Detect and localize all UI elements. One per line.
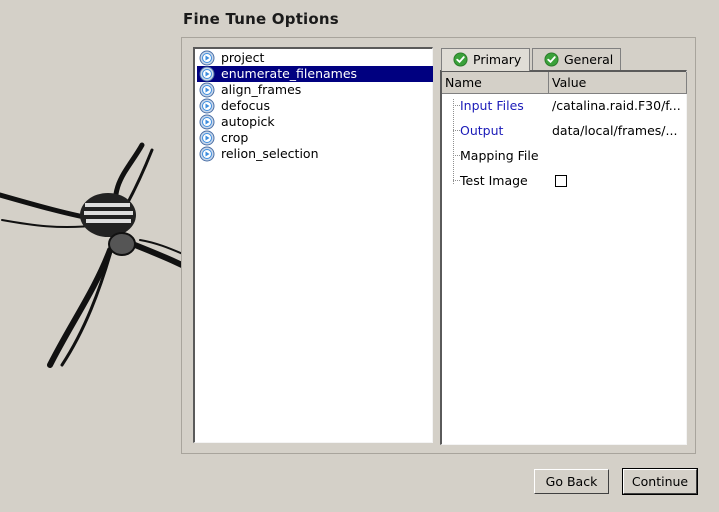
tab-label: Primary: [473, 52, 522, 67]
column-header-name[interactable]: Name: [442, 72, 549, 94]
task-item-autopick[interactable]: autopick: [197, 114, 433, 130]
task-item-crop[interactable]: crop: [197, 130, 433, 146]
task-status-icon: [199, 82, 215, 98]
task-status-icon: [199, 146, 215, 162]
task-label: defocus: [221, 98, 270, 113]
task-item-enumerate-filenames[interactable]: enumerate_filenames: [197, 66, 433, 82]
task-list[interactable]: project enumerate_filenames align_frames…: [193, 47, 433, 443]
task-label: relion_selection: [221, 146, 319, 161]
tree-branch: [453, 105, 460, 106]
task-item-align-frames[interactable]: align_frames: [197, 82, 433, 98]
tree-branch: [453, 155, 460, 156]
tree-branch: [453, 180, 460, 181]
tab-general[interactable]: General: [532, 48, 621, 70]
task-item-defocus[interactable]: defocus: [197, 98, 433, 114]
task-status-icon: [199, 50, 215, 66]
test-image-checkbox[interactable]: [555, 175, 567, 187]
task-label: align_frames: [221, 82, 302, 97]
task-label: enumerate_filenames: [221, 66, 358, 81]
task-status-icon: [199, 114, 215, 130]
tree-branch: [453, 130, 460, 131]
go-back-button[interactable]: Go Back: [534, 469, 609, 494]
task-item-relion-selection[interactable]: relion_selection: [197, 146, 433, 162]
task-status-icon: [199, 130, 215, 146]
property-name-test-image: Test Image: [460, 173, 528, 188]
task-label: project: [221, 50, 265, 65]
task-label: autopick: [221, 114, 275, 129]
property-value-input-files[interactable]: /catalina.raid.F30/f...: [552, 98, 684, 113]
property-name-input-files[interactable]: Input Files: [460, 98, 524, 113]
tree-connector: [453, 99, 454, 184]
property-name-output[interactable]: Output: [460, 123, 503, 138]
check-circle-icon: [453, 52, 468, 67]
page-title: Fine Tune Options: [183, 10, 339, 28]
continue-button[interactable]: Continue: [622, 468, 698, 495]
tab-label: General: [564, 52, 614, 67]
column-header-value[interactable]: Value: [549, 72, 687, 94]
property-value-output[interactable]: data/local/frames/...: [552, 123, 684, 138]
task-status-icon: [199, 98, 215, 114]
check-circle-icon: [544, 52, 559, 67]
tab-primary[interactable]: Primary: [441, 48, 530, 71]
task-item-project[interactable]: project: [197, 50, 433, 66]
primary-tab-panel: Name Value Input Files /catalina.raid.F3…: [440, 70, 687, 445]
task-label: crop: [221, 130, 249, 145]
property-name-mapping-file: Mapping File: [460, 148, 539, 163]
task-status-icon: [199, 66, 215, 82]
